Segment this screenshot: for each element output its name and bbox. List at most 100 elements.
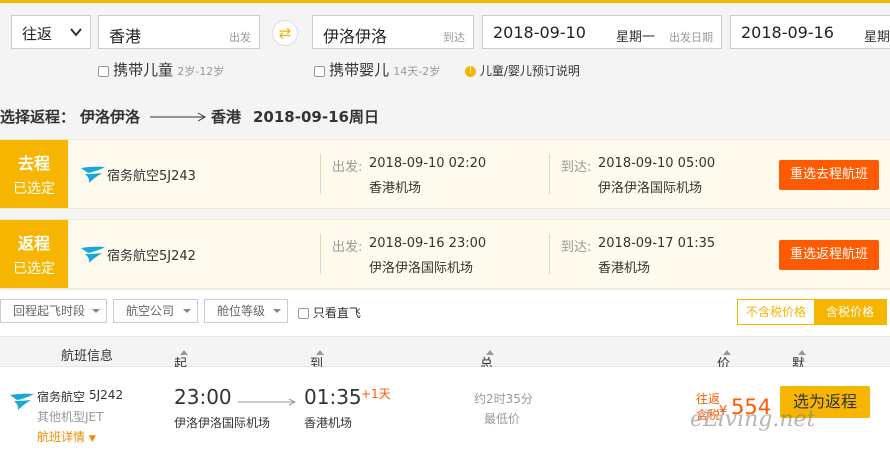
info-icon: ! [465, 66, 476, 77]
to-city-field[interactable]: 伊洛伊洛 到达 [312, 15, 474, 49]
price-trip-type: 往返 [696, 392, 721, 406]
cabin-filter-label: 舱位等级 [217, 304, 266, 318]
flight-result-row: 宿务航空 5J242 其他机型JET 航班详情 ▼ 23:00 伊洛伊洛国际机场… [0, 367, 890, 452]
col-arr-time-sort[interactable]: 到达时间 [310, 345, 324, 429]
reselect-return-button[interactable]: 重选返程航班 [779, 240, 879, 270]
return-dep-time: 2018-09-16 23:00 [369, 236, 487, 251]
col-price-sort[interactable]: 价格 [717, 345, 731, 391]
flight-duration-note: 最低价 [484, 412, 521, 426]
child-infant-notice-link[interactable]: ! 儿童/婴儿预订说明 [465, 62, 580, 79]
flight-duration: 约2时35分 [474, 392, 533, 406]
return-weekday: 星期 [864, 30, 890, 45]
outbound-selected-badge: 去程 已选定 [0, 140, 68, 208]
return-selected-badge: 返程 已选定 [0, 220, 68, 288]
outbound-badge-title: 去程 [17, 154, 50, 173]
airline-logo-icon [9, 391, 35, 411]
heading-origin: 伊洛伊洛 [80, 108, 141, 126]
with-tax-price-option[interactable]: 含税价格 [814, 300, 886, 324]
depart-weekday: 星期一 [616, 30, 656, 45]
caret-down-icon [183, 309, 191, 313]
infant-age: 14天-2岁 [393, 65, 441, 78]
flight-aircraft: 其他机型JET [37, 410, 104, 424]
dep-time-filter[interactable]: 回程起飞时段 [0, 299, 107, 323]
depart-date-value: 2018-09-10 [493, 23, 586, 42]
arrow-right-icon [150, 108, 207, 126]
trip-type-select[interactable]: 往返 [11, 15, 91, 49]
filter-bar: 回程起飞时段 航空公司 舱位等级 只看直飞 不含税价格 含税价格 [0, 291, 890, 337]
direct-only-label: 只看直飞 [312, 306, 361, 320]
infant-option[interactable]: 携带婴儿 14天-2岁 [314, 59, 440, 80]
child-label: 携带儿童 [113, 61, 174, 79]
reselect-outbound-button[interactable]: 重选去程航班 [779, 160, 879, 190]
airline-filter-label: 航空公司 [126, 304, 175, 318]
swap-cities-button[interactable]: ⇄ [272, 20, 298, 46]
no-tax-price-option[interactable]: 不含税价格 [738, 300, 814, 324]
dep-time-filter-label: 回程起飞时段 [13, 304, 86, 318]
airline-logo-icon [80, 244, 106, 264]
divider [549, 234, 550, 274]
divider [320, 154, 321, 194]
flight-details-link[interactable]: 航班详情 ▼ [37, 428, 96, 445]
outbound-dep-label: 出发: [332, 160, 363, 175]
col-flight-info: 航班信息 [61, 349, 114, 364]
flight-details-label: 航班详情 [37, 430, 86, 444]
return-date-value: 2018-09-16 [741, 23, 834, 42]
child-option[interactable]: 携带儿童 2岁-12岁 [98, 59, 224, 80]
heading-date: 2018-09-16周日 [253, 108, 379, 126]
col-dep-time-sort[interactable]: 起飞时间 [174, 345, 188, 429]
outbound-dep-airport: 香港机场 [369, 181, 422, 196]
chevron-down-icon [70, 26, 82, 41]
return-arr-label: 到达: [561, 240, 592, 255]
flight-dep-airport: 伊洛伊洛国际机场 [174, 416, 271, 430]
child-checkbox[interactable] [98, 66, 109, 77]
from-city-value: 香港 [109, 27, 142, 46]
outbound-arr-label: 到达: [561, 160, 592, 175]
infant-checkbox[interactable] [314, 66, 325, 77]
infant-label: 携带婴儿 [329, 61, 390, 79]
outbound-arr-airport: 伊洛伊洛国际机场 [598, 181, 703, 196]
outbound-airline: 宿务航空5J243 [107, 169, 196, 184]
return-badge-status: 已选定 [13, 261, 55, 277]
airline-filter[interactable]: 航空公司 [113, 299, 198, 323]
direct-only-checkbox[interactable] [298, 308, 309, 319]
flight-arr-airport: 香港机场 [304, 416, 353, 430]
selected-outbound-card: 去程 已选定 宿务航空5J243 出发: 2018-09-10 02:20 香港… [0, 139, 890, 209]
depart-date-tag: 出发日期 [669, 31, 713, 44]
return-date-field[interactable]: 2018-09-16 星期 [730, 15, 890, 49]
heading-prefix: 选择返程： [0, 108, 76, 126]
outbound-badge-status: 已选定 [13, 181, 55, 197]
airline-logo-icon [80, 164, 106, 184]
flight-dep-time: 23:00 [174, 385, 232, 409]
to-city-tag: 到达 [443, 31, 465, 44]
divider [549, 154, 550, 194]
caret-down-icon [92, 309, 100, 313]
trip-type-value: 往返 [22, 25, 53, 43]
notice-link-text: 儿童/婴儿预订说明 [479, 64, 580, 78]
flight-arr-time: 01:35 [304, 385, 362, 409]
flight-airline: 宿务航空 [37, 390, 86, 404]
col-duration-sort[interactable]: 总耗时 [480, 345, 494, 410]
depart-date-field[interactable]: 2018-09-10 星期一 出发日期 [482, 15, 722, 49]
search-panel: 往返 香港 出发 ⇄ 伊洛伊洛 到达 2018-09-10 星期一 出发日期 2… [0, 3, 890, 95]
return-trip-heading: 选择返程： 伊洛伊洛 香港 2018-09-16周日 [0, 102, 890, 132]
return-arr-airport: 香港机场 [598, 261, 651, 276]
heading-destination: 香港 [211, 108, 242, 126]
from-city-tag: 出发 [229, 31, 251, 44]
watermark: eLiving.net [690, 407, 816, 432]
cabin-filter[interactable]: 舱位等级 [204, 299, 288, 323]
flight-number: 5J242 [89, 388, 124, 402]
from-city-field[interactable]: 香港 出发 [98, 15, 260, 49]
flight-arr-plus-day: +1天 [361, 387, 391, 401]
to-city-value: 伊洛伊洛 [323, 27, 388, 46]
flight-arrow-icon [238, 395, 297, 410]
col-default-sort[interactable]: 默认排序 [792, 345, 806, 429]
chevron-down-icon: ▼ [88, 434, 96, 444]
return-airline: 宿务航空5J242 [107, 249, 196, 264]
return-dep-airport: 伊洛伊洛国际机场 [369, 261, 474, 276]
selected-return-card: 返程 已选定 宿务航空5J242 出发: 2018-09-16 23:00 伊洛… [0, 219, 890, 289]
return-badge-title: 返程 [17, 234, 50, 253]
direct-only-option[interactable]: 只看直飞 [298, 304, 361, 321]
outbound-arr-time: 2018-09-10 05:00 [598, 156, 716, 171]
outbound-dep-time: 2018-09-10 02:20 [369, 156, 487, 171]
results-column-header: 航班信息 起飞时间 到达时间 总耗时 价格 默认排序 [0, 337, 890, 429]
